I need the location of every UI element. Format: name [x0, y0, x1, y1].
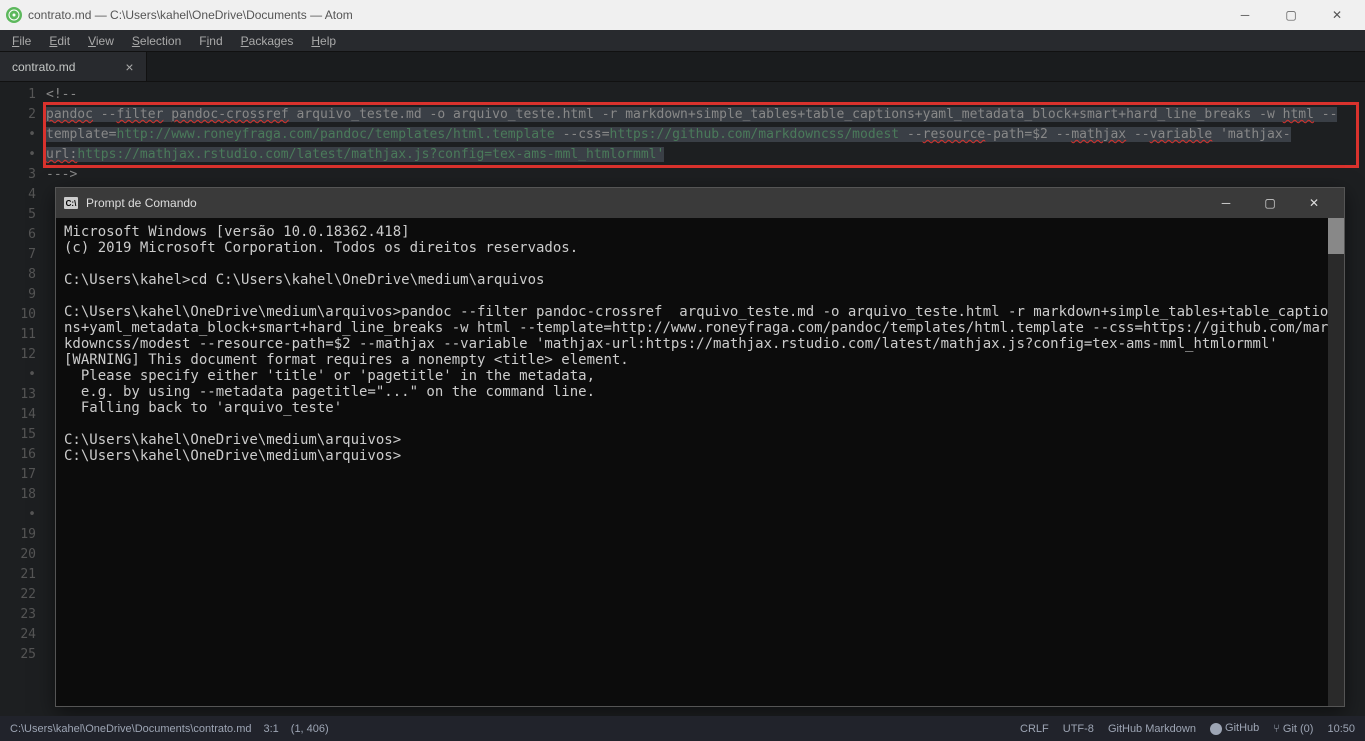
line-number: • — [0, 125, 36, 145]
tab-label: contrato.md — [12, 60, 75, 74]
menu-file[interactable]: File — [4, 32, 39, 50]
window-titlebar: contrato.md — C:\Users\kahel\OneDrive\Do… — [0, 0, 1365, 30]
menu-selection[interactable]: Selection — [124, 32, 189, 50]
status-clock: 10:50 — [1327, 723, 1355, 735]
cmd-title: Prompt de Comando — [86, 196, 1196, 210]
tab-contrato-md[interactable]: contrato.md × — [0, 52, 147, 81]
line-number: 8 — [0, 265, 36, 285]
atom-app-icon — [6, 7, 22, 23]
maximize-button[interactable]: ▢ — [1277, 8, 1305, 22]
line-number: 13 — [0, 385, 36, 405]
line-number: 4 — [0, 185, 36, 205]
line-number: 9 — [0, 285, 36, 305]
minimize-button[interactable]: ─ — [1231, 8, 1259, 22]
line-number: • — [0, 505, 36, 525]
line-number: 15 — [0, 425, 36, 445]
cmd-minimize-button[interactable]: ─ — [1204, 188, 1248, 218]
code-text: ---> — [46, 167, 77, 182]
menu-help[interactable]: Help — [303, 32, 344, 50]
line-number: 14 — [0, 405, 36, 425]
line-gutter: 1 2 • • 3 4 5 6 7 8 9 10 11 12 • 13 14 1… — [0, 82, 46, 716]
menu-find[interactable]: Find — [191, 32, 230, 50]
status-git[interactable]: Git (0) — [1273, 723, 1313, 735]
line-number: 2 — [0, 105, 36, 125]
line-number: • — [0, 365, 36, 385]
status-grammar[interactable]: GitHub Markdown — [1108, 723, 1196, 735]
line-number: 21 — [0, 565, 36, 585]
code-text: <!-- — [46, 87, 77, 102]
line-number: 1 — [0, 85, 36, 105]
cmd-scrollbar[interactable] — [1328, 218, 1344, 706]
status-cursor-pos[interactable]: 3:1 — [263, 723, 278, 735]
github-icon — [1210, 723, 1222, 735]
line-number: 20 — [0, 545, 36, 565]
line-number: 11 — [0, 325, 36, 345]
window-controls: ─ ▢ ✕ — [1231, 8, 1351, 22]
tab-close-icon[interactable]: × — [125, 59, 133, 75]
line-number: 6 — [0, 225, 36, 245]
line-number: 7 — [0, 245, 36, 265]
line-number: 16 — [0, 445, 36, 465]
close-button[interactable]: ✕ — [1323, 8, 1351, 22]
line-number: 19 — [0, 525, 36, 545]
line-number: 22 — [0, 585, 36, 605]
window-title: contrato.md — C:\Users\kahel\OneDrive\Do… — [28, 8, 1231, 22]
status-file-path[interactable]: C:\Users\kahel\OneDrive\Documents\contra… — [10, 723, 251, 735]
cmd-scroll-thumb[interactable] — [1328, 218, 1344, 254]
menubar: File Edit View Selection Find Packages H… — [0, 30, 1365, 52]
cmd-output[interactable]: Microsoft Windows [versão 10.0.18362.418… — [56, 218, 1344, 706]
status-line-ending[interactable]: CRLF — [1020, 723, 1049, 735]
line-number: 10 — [0, 305, 36, 325]
line-number: 18 — [0, 485, 36, 505]
line-number: 23 — [0, 605, 36, 625]
cmd-close-button[interactable]: ✕ — [1292, 188, 1336, 218]
line-number: 25 — [0, 645, 36, 665]
statusbar: C:\Users\kahel\OneDrive\Documents\contra… — [0, 716, 1365, 741]
status-selection: (1, 406) — [291, 723, 329, 735]
status-github[interactable]: GitHub — [1210, 722, 1259, 734]
line-number: 24 — [0, 625, 36, 645]
status-encoding[interactable]: UTF-8 — [1063, 723, 1094, 735]
cmd-icon: C:\ — [64, 197, 78, 209]
line-number: 17 — [0, 465, 36, 485]
menu-packages[interactable]: Packages — [233, 32, 302, 50]
menu-edit[interactable]: Edit — [41, 32, 78, 50]
cmd-maximize-button[interactable]: ▢ — [1248, 188, 1292, 218]
cmd-titlebar[interactable]: C:\ Prompt de Comando ─ ▢ ✕ — [56, 188, 1344, 218]
tabbar: contrato.md × — [0, 52, 1365, 82]
line-number: 12 — [0, 345, 36, 365]
line-number: 3 — [0, 165, 36, 185]
command-prompt-window[interactable]: C:\ Prompt de Comando ─ ▢ ✕ Microsoft Wi… — [55, 187, 1345, 707]
line-number: 5 — [0, 205, 36, 225]
menu-view[interactable]: View — [80, 32, 122, 50]
line-number: • — [0, 145, 36, 165]
